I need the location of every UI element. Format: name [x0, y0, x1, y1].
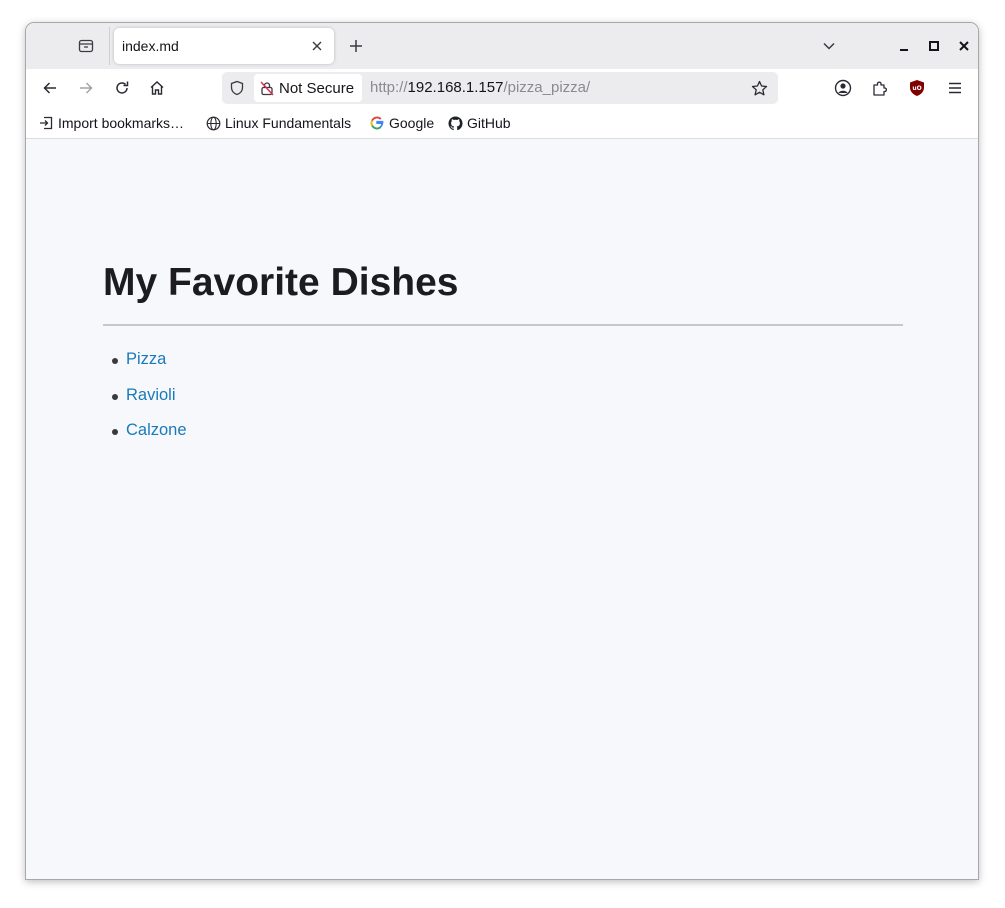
bookmark-label: GitHub: [467, 115, 511, 131]
forward-arrow-icon[interactable]: [72, 74, 100, 102]
navigation-toolbar: Not Secure http://192.168.1.157/pizza_pi…: [26, 69, 978, 107]
bookmark-github[interactable]: GitHub: [447, 114, 511, 132]
back-arrow-icon[interactable]: [36, 74, 64, 102]
bookmark-label: Linux Fundamentals: [225, 115, 352, 131]
minimize-icon[interactable]: [894, 36, 914, 56]
address-bar[interactable]: Not Secure http://192.168.1.157/pizza_pi…: [222, 72, 778, 104]
bookmarks-toolbar: Import bookmarks… Linux Fundamentals Goo…: [26, 107, 978, 139]
heading-divider: [103, 324, 903, 326]
bookmark-google[interactable]: Google: [369, 114, 434, 132]
bookmark-linux-fundamentals[interactable]: Linux Fundamentals: [205, 114, 351, 132]
hamburger-menu-icon[interactable]: [941, 74, 969, 102]
dish-link-calzone[interactable]: Calzone: [126, 421, 187, 439]
list-item: Ravioli: [103, 386, 187, 422]
import-icon: [38, 115, 54, 131]
extensions-puzzle-icon[interactable]: [866, 74, 894, 102]
window-close-icon[interactable]: [954, 36, 974, 56]
google-icon: [369, 115, 385, 131]
url-host: 192.168.1.157: [407, 79, 504, 96]
home-icon[interactable]: [143, 74, 171, 102]
tab-separator: [109, 27, 110, 65]
list-item: Calzone: [103, 421, 187, 457]
site-security-button[interactable]: Not Secure: [254, 74, 362, 102]
maximize-icon[interactable]: [924, 36, 944, 56]
url-path: /pizza_pizza/: [503, 79, 591, 96]
broken-lock-icon: [260, 81, 274, 96]
dish-link-pizza[interactable]: Pizza: [126, 350, 166, 368]
url-scheme: http://: [370, 79, 408, 96]
page-content: My Favorite Dishes Pizza Ravioli Calzone: [26, 140, 978, 879]
bullet: [112, 429, 118, 435]
bookmark-label: Google: [389, 115, 435, 131]
dish-link-ravioli[interactable]: Ravioli: [126, 386, 176, 404]
firefox-view-icon[interactable]: [74, 34, 98, 58]
security-label: Not Secure: [279, 79, 355, 97]
url-text[interactable]: http://192.168.1.157/pizza_pizza/: [370, 79, 590, 96]
plus-icon[interactable]: [344, 34, 368, 58]
bookmark-import[interactable]: Import bookmarks…: [38, 114, 184, 132]
bookmark-label: Import bookmarks…: [58, 115, 185, 131]
account-icon[interactable]: [829, 74, 857, 102]
tab-index-md[interactable]: index.md: [114, 28, 334, 64]
page-title: My Favorite Dishes: [103, 261, 459, 304]
browser-window: index.md Not Secure http://192.168.1.157…: [25, 22, 979, 880]
svg-text:uO: uO: [912, 85, 921, 92]
chevron-down-icon[interactable]: [817, 34, 841, 58]
close-icon[interactable]: [309, 38, 325, 54]
tab-title: index.md: [122, 38, 179, 54]
bullet: [112, 393, 118, 400]
tracking-shield-icon[interactable]: [224, 75, 250, 101]
dish-list: Pizza Ravioli Calzone: [103, 350, 187, 457]
tab-strip: index.md: [26, 23, 978, 69]
ublock-origin-icon[interactable]: uO: [903, 74, 931, 102]
bookmark-star-icon[interactable]: [749, 78, 769, 98]
reload-icon[interactable]: [108, 74, 136, 102]
globe-icon: [205, 115, 221, 131]
github-icon: [447, 115, 463, 131]
list-item: Pizza: [103, 350, 187, 386]
bullet: [112, 358, 118, 364]
